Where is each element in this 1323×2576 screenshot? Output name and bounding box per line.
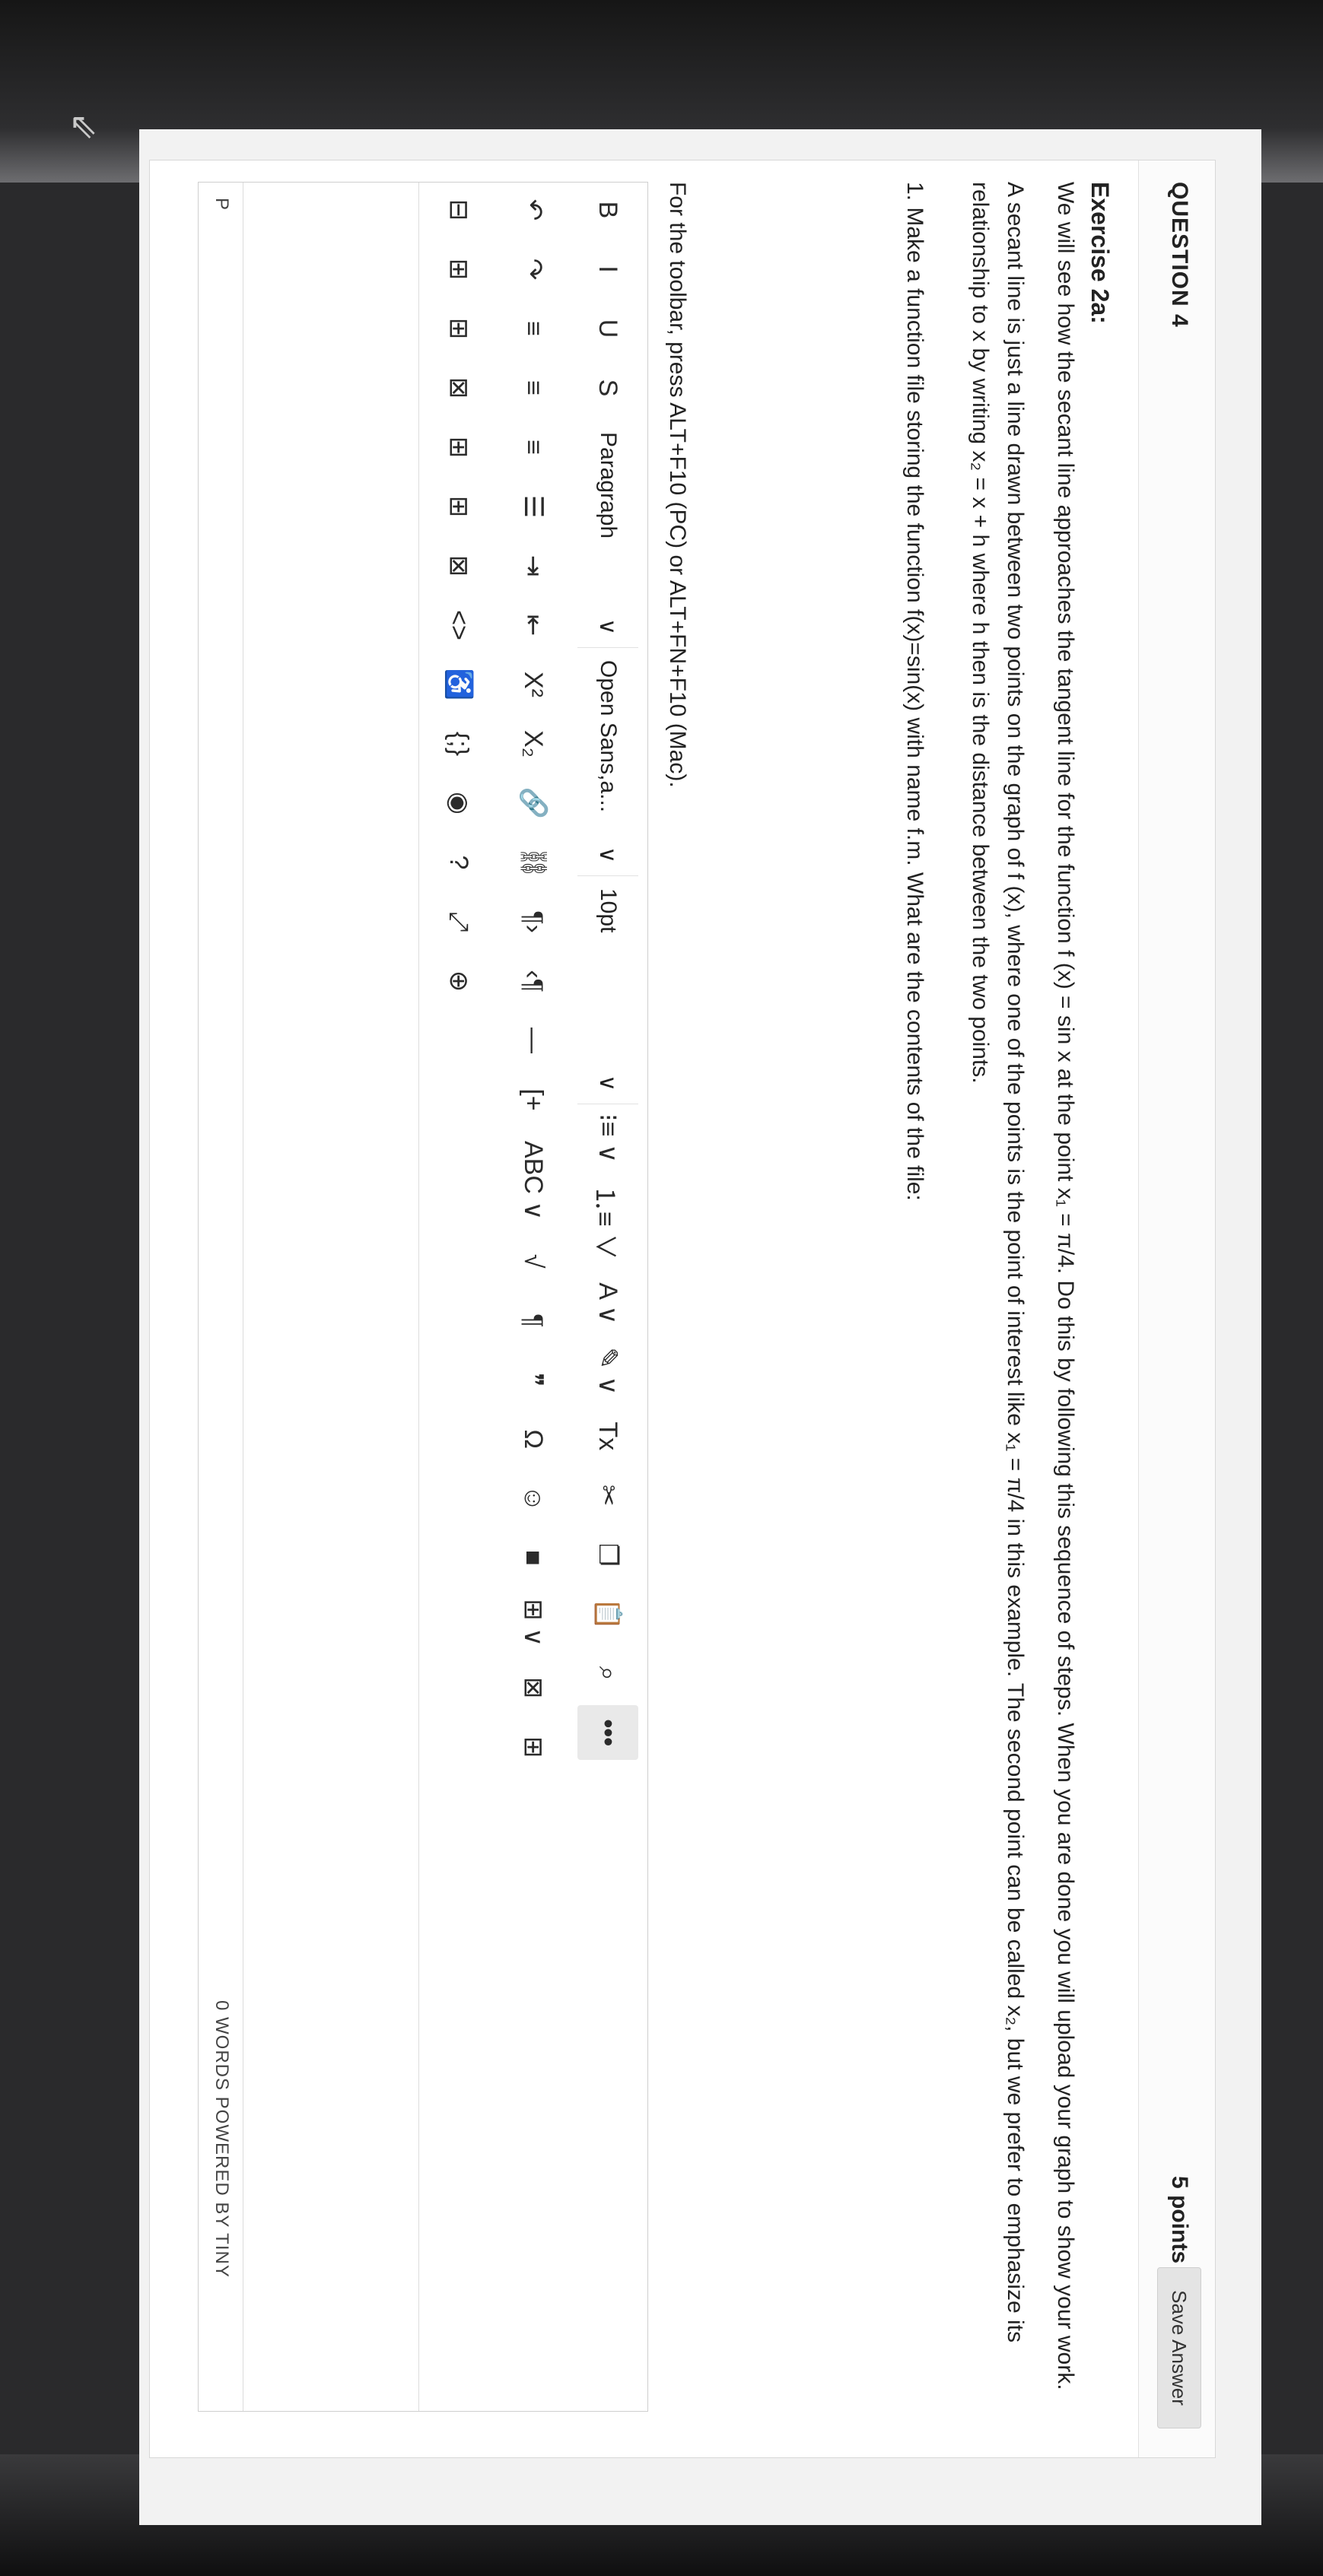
text-color-button[interactable]: A ∨ bbox=[577, 1273, 638, 1333]
toolbar-hint: For the toolbar, press ALT+F10 (PC) or A… bbox=[665, 182, 690, 788]
copy-icon[interactable]: ❐ bbox=[577, 1527, 638, 1582]
table-props-icon[interactable]: ⊞ bbox=[503, 1720, 564, 1774]
word-count: 0 WORDS POWERED BY TINY bbox=[211, 2000, 232, 2278]
element-path: P bbox=[211, 198, 232, 211]
accessibility-icon[interactable]: ♿ bbox=[428, 657, 489, 712]
align-center-icon[interactable]: ≡ bbox=[503, 361, 564, 415]
chevron-down-icon: ∨ bbox=[595, 1075, 621, 1091]
editor-statusbar: P 0 WORDS POWERED BY TINY bbox=[199, 183, 243, 2411]
italic-button[interactable]: I bbox=[577, 242, 638, 297]
exercise-paragraph-1: We will see how the secant line approach… bbox=[1053, 182, 1078, 2390]
block-format-select[interactable]: Paragraph ∨ bbox=[577, 420, 638, 648]
mouse-pointer-icon: ⇖ bbox=[68, 106, 98, 145]
save-answer-button[interactable]: Save Answer bbox=[1157, 2267, 1201, 2428]
superscript-icon[interactable]: X² bbox=[503, 657, 564, 712]
font-size-select[interactable]: 10pt ∨ bbox=[577, 876, 638, 1104]
bullet-list-button[interactable]: ⁝≡ ∨ bbox=[577, 1104, 638, 1172]
blockquote-icon[interactable]: ❞ bbox=[503, 1352, 564, 1407]
fullscreen-icon[interactable]: ⤢ bbox=[428, 894, 489, 949]
insert-placeholder-icon[interactable]: [+ bbox=[503, 1072, 564, 1127]
paste-icon[interactable]: 📋 bbox=[577, 1587, 638, 1641]
outdent-icon[interactable]: ⇤ bbox=[503, 598, 564, 653]
more-button[interactable]: ••• bbox=[577, 1705, 638, 1761]
undo-icon[interactable]: ↶ bbox=[503, 183, 564, 237]
subscript-icon[interactable]: X₂ bbox=[503, 716, 564, 771]
clear-formatting-button[interactable]: Tx bbox=[577, 1409, 638, 1463]
code-sample-icon[interactable]: {;} bbox=[428, 716, 489, 771]
align-right-icon[interactable]: ≡ bbox=[503, 420, 564, 475]
paragraph-mark-icon[interactable]: ¶ bbox=[503, 1293, 564, 1348]
bold-button[interactable]: B bbox=[577, 183, 638, 237]
toolbar-row-3: ⊟ ⊞ ⊞ ⊠ ⊞ ⊞ ⊠ <> ♿ {;} ◉? ⤢ ⊕ bbox=[422, 183, 495, 1013]
align-left-icon[interactable]: ≡ bbox=[503, 301, 564, 356]
strikethrough-button[interactable]: S bbox=[577, 361, 638, 415]
question-points: 5 points bbox=[1167, 2176, 1192, 2264]
question-body: Exercise 2a: We will see how the secant … bbox=[897, 182, 1118, 2433]
cut-icon[interactable]: ✂ bbox=[577, 1468, 638, 1523]
toolbar-row-1: BIUS Paragraph ∨ Open Sans,a... ∨ 10pt ∨… bbox=[571, 183, 644, 1764]
block-format-value: Paragraph bbox=[596, 432, 621, 539]
horizontal-rule-icon[interactable]: — bbox=[503, 1013, 564, 1068]
add-content-icon[interactable]: ⊕ bbox=[428, 954, 489, 1008]
spellcheck-icon[interactable]: ABC ∨ bbox=[503, 1132, 564, 1229]
toolbar-tools-group: ⁝≡ ∨ ⒈≡ ∨ A ∨ ✎ ∨ Tx ✂ ❐ 📋 ⌕ ••• bbox=[577, 1104, 638, 1764]
exercise-title: Exercise 2a: bbox=[1086, 182, 1114, 324]
screen: QUESTION 4 5 points Save Answer Exercise… bbox=[139, 129, 1261, 2525]
font-family-select[interactable]: Open Sans,a... ∨ bbox=[577, 648, 638, 876]
toolbar-format-group: BIUS bbox=[577, 183, 638, 420]
question-title: QUESTION 4 bbox=[1167, 182, 1192, 328]
exercise-paragraph-2: A secant line is just a line drawn betwe… bbox=[968, 182, 1028, 2343]
highlight-color-button[interactable]: ✎ ∨ bbox=[577, 1338, 638, 1404]
question-panel: QUESTION 4 5 points Save Answer Exercise… bbox=[149, 160, 1216, 2458]
table-col-before-icon[interactable]: ⊞ bbox=[428, 301, 489, 356]
chevron-down-icon: ∨ bbox=[595, 846, 621, 863]
source-code-icon[interactable]: <> bbox=[428, 598, 489, 653]
unlink-icon[interactable]: ⛓ bbox=[503, 835, 564, 890]
find-icon[interactable]: ⌕ bbox=[577, 1646, 638, 1701]
step-1: 1. Make a function file storing the func… bbox=[902, 182, 927, 1201]
table-row-after-icon[interactable]: ⊞ bbox=[428, 242, 489, 297]
editor-content-area[interactable] bbox=[244, 183, 419, 2411]
emoji-icon[interactable]: ☺ bbox=[503, 1471, 564, 1526]
chevron-down-icon: ∨ bbox=[595, 618, 621, 635]
underline-button[interactable]: U bbox=[577, 301, 638, 356]
rich-text-editor: BIUS Paragraph ∨ Open Sans,a... ∨ 10pt ∨… bbox=[198, 182, 648, 2412]
special-char-icon[interactable]: Ω bbox=[503, 1412, 564, 1466]
font-family-value: Open Sans,a... bbox=[596, 660, 621, 813]
align-justify-icon[interactable]: ☰ bbox=[503, 479, 564, 534]
table-delete-row-icon[interactable]: ⊠ bbox=[428, 361, 489, 415]
table-col-after-icon[interactable]: ⊞ bbox=[428, 420, 489, 475]
numbered-list-button[interactable]: ⒈≡ ∨ bbox=[577, 1177, 638, 1269]
table-delete-icon[interactable]: ⊠ bbox=[503, 1660, 564, 1715]
table-row-before-icon[interactable]: ⊟ bbox=[428, 183, 489, 237]
formula-icon[interactable]: √ bbox=[503, 1234, 564, 1288]
redo-icon[interactable]: ↷ bbox=[503, 242, 564, 297]
indent-icon[interactable]: ⇥ bbox=[503, 538, 564, 593]
rtl-icon[interactable]: ‹¶ bbox=[503, 954, 564, 1008]
steps-list: 1. Make a function file storing the func… bbox=[897, 182, 932, 2433]
toolbar-row-2: ↶ ↷ ≡ ≡ ≡ ☰ ⇥ ⇤ X² X₂ 🔗 ⛓ ¶› ‹¶ — [+ ABC ∨ √ ¶ ❞ Ω ☺ ■ ⊞ ∨ ⊠ ⊞ bbox=[497, 183, 570, 1779]
help-icon[interactable]: ? bbox=[428, 835, 489, 890]
media-icon[interactable]: ■ bbox=[503, 1530, 564, 1585]
preview-icon[interactable]: ◉ bbox=[428, 776, 489, 831]
table-icon[interactable]: ⊞ ∨ bbox=[503, 1590, 564, 1656]
font-size-value: 10pt bbox=[596, 888, 621, 933]
ltr-icon[interactable]: ¶› bbox=[503, 894, 564, 949]
table-insert-col-icon[interactable]: ⊞ bbox=[428, 479, 489, 534]
link-icon[interactable]: 🔗 bbox=[503, 776, 564, 831]
question-header: QUESTION 4 5 points Save Answer bbox=[1138, 160, 1215, 2457]
editor-toolbar: BIUS Paragraph ∨ Open Sans,a... ∨ 10pt ∨… bbox=[418, 183, 647, 2411]
table-delete-col-icon[interactable]: ⊠ bbox=[428, 538, 489, 593]
